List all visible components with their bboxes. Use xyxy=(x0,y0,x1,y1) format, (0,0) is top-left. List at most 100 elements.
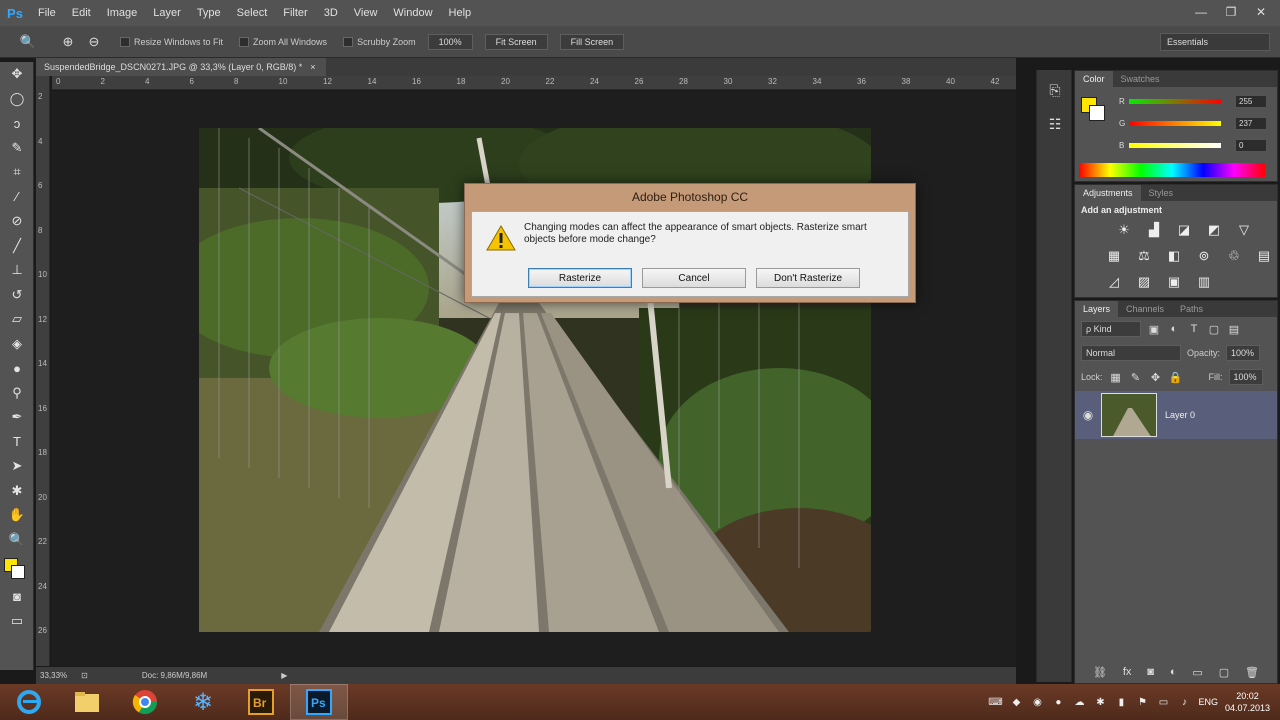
color-balance-icon[interactable]: ⚖ xyxy=(1133,247,1155,265)
brightness-icon[interactable]: ☀ xyxy=(1113,221,1135,239)
layer-name[interactable]: Layer 0 xyxy=(1165,410,1195,420)
photo-filter-icon[interactable]: ⊚ xyxy=(1193,247,1215,265)
paint-bucket-tool-icon[interactable]: ◈ xyxy=(0,332,34,357)
add-mask-icon[interactable]: ◙ xyxy=(1147,666,1154,678)
blur-tool-icon[interactable]: ● xyxy=(0,356,34,381)
blue-slider[interactable]: B 0 xyxy=(1119,139,1269,155)
dont-rasterize-button[interactable]: Don't Rasterize xyxy=(756,268,860,288)
menu-file[interactable]: File xyxy=(30,0,64,26)
exposure-icon[interactable]: ◩ xyxy=(1203,221,1225,239)
move-tool-icon[interactable]: ✥ xyxy=(0,62,34,87)
eraser-tool-icon[interactable]: ▱ xyxy=(0,307,34,332)
zoom-level[interactable]: 33,33% xyxy=(40,671,67,680)
type-tool-icon[interactable]: T xyxy=(0,430,34,455)
zoom-all-windows-checkbox[interactable]: Zoom All Windows xyxy=(239,36,327,47)
blend-mode-select[interactable]: Normal xyxy=(1081,345,1181,361)
volume-icon[interactable]: ♪ xyxy=(1177,695,1191,709)
lasso-tool-icon[interactable]: ↄ xyxy=(0,111,34,136)
tab-swatches[interactable]: Swatches xyxy=(1113,71,1168,87)
blue-value[interactable]: 0 xyxy=(1235,139,1267,152)
color-swatches[interactable] xyxy=(0,552,34,584)
cancel-button[interactable]: Cancel xyxy=(642,268,746,288)
opacity-field[interactable]: 100% xyxy=(1226,345,1261,361)
lock-image-icon[interactable]: ✎ xyxy=(1129,370,1143,384)
menu-select[interactable]: Select xyxy=(229,0,276,26)
clone-stamp-tool-icon[interactable]: ⊥ xyxy=(0,258,34,283)
workspace-select[interactable]: Essentials xyxy=(1160,33,1270,51)
scrubby-zoom-checkbox[interactable]: Scrubby Zoom xyxy=(343,36,416,47)
filter-adjustment-icon[interactable]: ◐ xyxy=(1167,322,1181,336)
ie-icon[interactable] xyxy=(0,684,58,720)
brush-tool-icon[interactable]: ╱ xyxy=(0,234,34,259)
new-layer-icon[interactable]: ▢ xyxy=(1219,666,1229,679)
tab-paths[interactable]: Paths xyxy=(1172,301,1211,317)
lock-all-icon[interactable]: 🔒 xyxy=(1169,370,1183,384)
screen-mode-icon[interactable]: ▭ xyxy=(0,609,34,634)
zoom-out-icon[interactable]: ⊖ xyxy=(84,32,104,52)
tab-adjustments[interactable]: Adjustments xyxy=(1075,185,1141,201)
color-lookup-icon[interactable]: ▤ xyxy=(1253,247,1275,265)
tab-channels[interactable]: Channels xyxy=(1118,301,1172,317)
network-icon[interactable]: ▮ xyxy=(1114,695,1128,709)
path-select-tool-icon[interactable]: ➤ xyxy=(0,454,34,479)
posterize-icon[interactable]: ▨ xyxy=(1133,273,1155,291)
doc-size[interactable]: Doc: 9,86M/9,86M xyxy=(142,671,207,680)
new-group-icon[interactable]: ▭ xyxy=(1192,666,1202,679)
eyedropper-tool-icon[interactable]: ⁄ xyxy=(0,185,34,210)
threshold-icon[interactable]: ▣ xyxy=(1163,273,1185,291)
levels-icon[interactable]: ▟ xyxy=(1143,221,1165,239)
menu-filter[interactable]: Filter xyxy=(275,0,315,26)
hand-tool-icon[interactable]: ✋ xyxy=(0,503,34,528)
dodge-tool-icon[interactable]: ⚲ xyxy=(0,381,34,406)
color-spectrum[interactable] xyxy=(1079,163,1265,177)
marquee-tool-icon[interactable]: ◯ xyxy=(0,87,34,112)
chrome-icon[interactable] xyxy=(116,684,174,720)
link-layers-icon[interactable]: ⛓ xyxy=(1093,666,1107,679)
filter-type-icon[interactable]: T xyxy=(1187,322,1201,336)
tab-color[interactable]: Color xyxy=(1075,71,1113,87)
hue-saturation-icon[interactable]: ▦ xyxy=(1103,247,1125,265)
fill-field[interactable]: 100% xyxy=(1228,369,1263,385)
restore-icon[interactable]: ❐ xyxy=(1218,2,1244,22)
layer-style-icon[interactable]: fx xyxy=(1123,666,1132,678)
document-tab[interactable]: SuspendedBridge_DSCN0271.JPG @ 33,3% (La… xyxy=(36,58,326,76)
curves-icon[interactable]: ◪ xyxy=(1173,221,1195,239)
black-white-icon[interactable]: ◧ xyxy=(1163,247,1185,265)
bluetooth-icon[interactable]: ✱ xyxy=(1093,695,1107,709)
menu-help[interactable]: Help xyxy=(441,0,480,26)
filter-smart-icon[interactable]: ▤ xyxy=(1227,322,1241,336)
vibrance-icon[interactable]: ▽ xyxy=(1233,221,1255,239)
export-icon[interactable]: ⊡ xyxy=(81,671,88,680)
pen-tool-icon[interactable]: ✒ xyxy=(0,405,34,430)
rasterize-button[interactable]: Rasterize xyxy=(528,268,632,288)
gradient-map-icon[interactable]: ▥ xyxy=(1193,273,1215,291)
file-explorer-icon[interactable] xyxy=(58,684,116,720)
power-icon[interactable]: ▭ xyxy=(1156,695,1170,709)
red-value[interactable]: 255 xyxy=(1235,95,1267,108)
layer-filter-select[interactable]: ρ Kind xyxy=(1081,321,1141,337)
fit-screen-button[interactable]: Fit Screen xyxy=(484,33,548,50)
bridge-icon[interactable]: Br xyxy=(232,684,290,720)
lock-transparent-icon[interactable]: ▦ xyxy=(1109,370,1123,384)
fill-screen-button[interactable]: Fill Screen xyxy=(559,33,625,50)
channel-mixer-icon[interactable]: ♲ xyxy=(1223,247,1245,265)
layer-row[interactable]: ◉ Layer 0 xyxy=(1075,391,1277,439)
language-indicator[interactable]: ENG xyxy=(1198,697,1218,707)
cloud-icon[interactable]: ☁ xyxy=(1072,695,1086,709)
dropbox-icon[interactable]: ◆ xyxy=(1009,695,1023,709)
healing-brush-tool-icon[interactable]: ⊘ xyxy=(0,209,34,234)
keyboard-icon[interactable]: ⌨ xyxy=(988,695,1002,709)
invert-icon[interactable]: ◿ xyxy=(1103,273,1125,291)
green-slider[interactable]: G 237 xyxy=(1119,117,1269,133)
quick-mask-icon[interactable]: ◙ xyxy=(0,584,34,609)
filter-shape-icon[interactable]: ▢ xyxy=(1207,322,1221,336)
visibility-eye-icon[interactable]: ◉ xyxy=(1075,408,1101,422)
menu-window[interactable]: Window xyxy=(385,0,440,26)
clock[interactable]: 20:02 04.07.2013 xyxy=(1225,690,1270,714)
close-icon[interactable]: ✕ xyxy=(1248,2,1274,22)
delete-layer-icon[interactable]: 🗑 xyxy=(1245,666,1259,679)
close-tab-icon[interactable]: × xyxy=(310,58,315,76)
filter-pixel-icon[interactable]: ▣ xyxy=(1147,322,1161,336)
menu-image[interactable]: Image xyxy=(99,0,146,26)
menu-layer[interactable]: Layer xyxy=(145,0,189,26)
